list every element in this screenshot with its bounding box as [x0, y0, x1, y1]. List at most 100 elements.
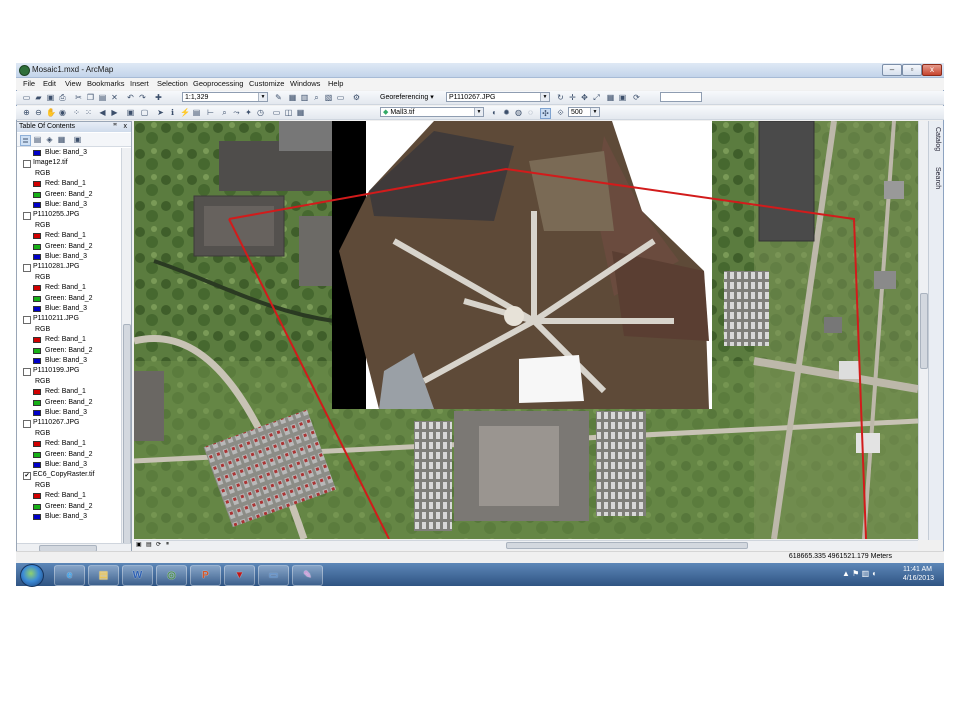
cut-icon[interactable]: ✂	[74, 93, 83, 102]
go-to-xy-icon[interactable]: ✦	[244, 108, 253, 117]
fit-to-display-icon[interactable]: ▣	[618, 93, 627, 102]
menu-windows[interactable]: Windows	[290, 79, 320, 88]
taskbar-paint-button[interactable]: ✎	[292, 565, 323, 586]
band-color-swatch[interactable]	[33, 181, 41, 188]
forward-arrow-icon[interactable]: ▶	[110, 108, 119, 117]
brightness-icon[interactable]: ✹	[502, 108, 511, 117]
search-tab[interactable]: Search	[930, 167, 941, 189]
list-by-drawing-order-icon[interactable]: ≣	[20, 135, 31, 146]
layer-visibility-checkbox[interactable]	[23, 316, 31, 325]
save-icon[interactable]: ▣	[46, 93, 55, 102]
band-color-swatch[interactable]	[33, 191, 41, 198]
create-viewer-icon[interactable]: ▭	[272, 108, 281, 117]
measure-icon[interactable]: ⊢	[206, 108, 215, 117]
menu-selection[interactable]: Selection	[157, 79, 188, 88]
band-color-swatch[interactable]	[33, 347, 41, 354]
catalog-window-icon[interactable]: ▥	[300, 93, 309, 102]
georeferencing-menu[interactable]: Georeferencing ▾	[380, 93, 434, 101]
map-vscroll-thumb[interactable]	[920, 293, 928, 369]
maximize-button[interactable]: ▫	[902, 64, 922, 76]
layout-view-icon[interactable]: ▣	[136, 541, 142, 548]
delete-icon[interactable]: ✕	[110, 93, 119, 102]
transparency-icon[interactable]: ▦	[296, 108, 305, 117]
hyperlink-icon[interactable]: ⚡	[180, 108, 190, 117]
add-control-points-icon[interactable]: ✛	[568, 93, 577, 102]
paste-icon[interactable]: ▤	[98, 93, 107, 102]
close-button[interactable]: x	[922, 64, 942, 76]
layer-visibility-checkbox[interactable]	[23, 212, 31, 221]
menu-edit[interactable]: Edit	[43, 79, 56, 88]
show-hidden-icons-icon[interactable]: ▲	[842, 569, 850, 578]
toc-layer-row[interactable]: P1110211.JPG	[17, 314, 121, 325]
list-by-source-icon[interactable]: ▤	[33, 135, 42, 144]
volume-icon[interactable]: ◖	[871, 569, 876, 578]
band-color-swatch[interactable]	[33, 295, 41, 302]
band-color-swatch[interactable]	[33, 493, 41, 500]
map-vertical-scrollbar[interactable]	[918, 121, 928, 540]
band-color-swatch[interactable]	[33, 285, 41, 292]
toc-layer-row[interactable]: P1110255.JPG	[17, 210, 121, 221]
taskbar-explorer-button[interactable]: ▤	[88, 565, 119, 586]
band-color-swatch[interactable]	[33, 462, 41, 468]
band-color-swatch[interactable]	[33, 233, 41, 240]
undo-icon[interactable]: ↶	[126, 93, 135, 102]
full-extent-icon[interactable]: ◉	[58, 108, 67, 117]
band-color-swatch[interactable]	[33, 389, 41, 396]
toc-layer-row[interactable]: Image12.tif	[17, 158, 121, 169]
band-color-swatch[interactable]	[33, 337, 41, 344]
map-hscroll-thumb[interactable]	[506, 542, 748, 549]
taskbar-app-window-button[interactable]: ▭	[258, 565, 289, 586]
zoom-level-combo[interactable]: 500 ▼	[568, 107, 600, 117]
list-by-visibility-icon[interactable]: ◈	[45, 135, 54, 144]
scale-icon[interactable]: ⤢	[592, 93, 601, 102]
effects-icon[interactable]: ◫	[284, 108, 293, 117]
taskbar-powerpoint-button[interactable]: P	[190, 565, 221, 586]
catalog-tab[interactable]: Catalog	[930, 127, 941, 151]
add-data-icon[interactable]: ✚	[154, 93, 163, 102]
rotate-icon[interactable]: ↻	[556, 93, 565, 102]
layer-visibility-checkbox[interactable]: ✔	[23, 472, 31, 481]
band-color-swatch[interactable]	[33, 503, 41, 510]
zoom-in-icon[interactable]: ⊕	[22, 108, 31, 117]
menu-insert[interactable]: Insert	[130, 79, 149, 88]
map-horizontal-scrollbar[interactable]: ▣ ▤ ⟳ ⏸	[134, 540, 918, 550]
view-link-table-icon[interactable]: ▦	[606, 93, 615, 102]
open-folder-icon[interactable]: ▰	[34, 93, 43, 102]
back-arrow-icon[interactable]: ◀	[98, 108, 107, 117]
flicker-icon[interactable]: ✣	[540, 108, 551, 119]
layer-visibility-checkbox[interactable]	[23, 420, 31, 429]
print-icon[interactable]: ⎙	[58, 93, 67, 102]
map-scale-combo[interactable]: 1:1,329 ▼	[182, 92, 268, 102]
band-color-swatch[interactable]	[33, 441, 41, 448]
taskbar-ie-button[interactable]: e	[54, 565, 85, 586]
arctoolbox-icon[interactable]: ▧	[324, 93, 333, 102]
minimize-button[interactable]: –	[882, 64, 902, 76]
band-color-swatch[interactable]	[33, 410, 41, 416]
taskbar-arcmap-button[interactable]: ◎	[156, 565, 187, 586]
data-view-icon[interactable]: ▤	[146, 541, 152, 548]
layer-visibility-checkbox[interactable]	[23, 368, 31, 377]
band-color-swatch[interactable]	[33, 202, 41, 208]
band-color-swatch[interactable]	[33, 254, 41, 260]
band-color-swatch[interactable]	[33, 306, 41, 312]
clear-selection-icon[interactable]: ▢	[140, 108, 149, 117]
refresh-icon[interactable]: ⟳	[632, 93, 641, 102]
editor-toolbar-icon[interactable]: ✎	[274, 93, 283, 102]
toc-layer-row[interactable]: P1110267.JPG	[17, 418, 121, 429]
search-window-icon[interactable]: ⌕	[312, 93, 321, 102]
new-document-icon[interactable]: ▭	[22, 93, 31, 102]
pin-icon[interactable]: ꟸ	[113, 122, 117, 132]
start-button[interactable]	[20, 564, 44, 587]
python-window-icon[interactable]: ▭	[336, 93, 345, 102]
network-icon[interactable]: ▥	[862, 569, 870, 578]
band-color-swatch[interactable]	[33, 399, 41, 406]
shift-icon[interactable]: ✥	[580, 93, 589, 102]
band-color-swatch[interactable]	[33, 150, 41, 156]
layer-visibility-checkbox[interactable]	[23, 264, 31, 273]
toc-vertical-scrollbar[interactable]	[121, 148, 131, 546]
list-by-selection-icon[interactable]: ▦	[57, 135, 66, 144]
contrast-icon[interactable]: ◐	[490, 108, 499, 117]
transparency-slider-icon[interactable]: ◍	[514, 108, 523, 117]
swipe-icon[interactable]: ◌	[526, 108, 535, 117]
html-popup-icon[interactable]: ▤	[192, 108, 201, 117]
